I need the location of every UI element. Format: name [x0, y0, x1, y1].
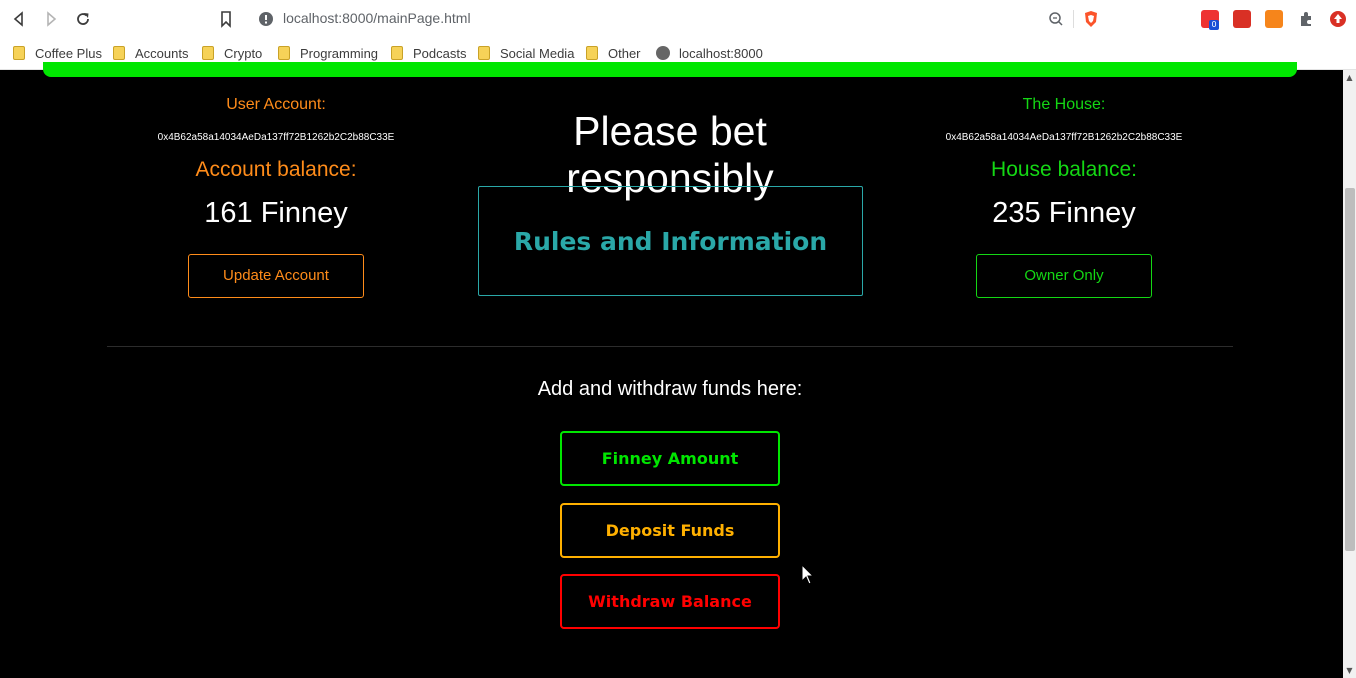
- house-balance-value: 235 Finney: [992, 197, 1136, 229]
- account-balance-label: Account balance:: [195, 158, 357, 181]
- top-green-bar: [43, 62, 1297, 77]
- bookmark-crypto[interactable]: Crypto: [202, 44, 262, 64]
- page-content: User Account: 0x4B62a58a14034AeDa137ff72…: [0, 62, 1343, 678]
- reload-icon[interactable]: [73, 9, 93, 29]
- scrollbar-thumb[interactable]: [1345, 188, 1355, 551]
- update-account-button[interactable]: Update Account: [188, 254, 364, 298]
- section-divider: [107, 346, 1233, 347]
- user-address: 0x4B62a58a14034AeDa137ff72B1262b2C2b88C3…: [157, 132, 395, 143]
- bookmark-accounts[interactable]: Accounts: [113, 44, 188, 64]
- office-extension-icon[interactable]: [1233, 10, 1251, 28]
- withdraw-balance-button[interactable]: Withdraw Balance: [560, 574, 780, 629]
- folder-icon: [113, 46, 125, 60]
- house-label: The House:: [1022, 96, 1106, 113]
- finney-amount-input[interactable]: Finney Amount: [560, 431, 780, 486]
- bookmark-coffee-plus[interactable]: Coffee Plus: [13, 44, 102, 64]
- bookmark-localhost[interactable]: localhost:8000: [656, 44, 763, 64]
- house-balance-label: House balance:: [991, 158, 1137, 181]
- forward-icon[interactable]: [41, 9, 61, 29]
- globe-icon: [656, 46, 670, 60]
- folder-icon: [278, 46, 290, 60]
- bookmark-podcasts[interactable]: Podcasts: [391, 44, 466, 64]
- deposit-funds-button[interactable]: Deposit Funds: [560, 503, 780, 558]
- bookmark-social-media[interactable]: Social Media: [478, 44, 574, 64]
- account-balance-value: 161 Finney: [204, 197, 348, 229]
- bookmark-other[interactable]: Other: [586, 44, 641, 64]
- puzzle-extensions-icon[interactable]: [1296, 9, 1316, 29]
- browser-toolbar: localhost:8000/mainPage.html 0: [0, 0, 1356, 38]
- folder-icon: [391, 46, 403, 60]
- back-icon[interactable]: [9, 9, 29, 29]
- bookmark-programming[interactable]: Programming: [278, 44, 378, 64]
- scroll-down-icon[interactable]: ▼: [1343, 664, 1356, 677]
- folder-icon: [478, 46, 490, 60]
- update-icon[interactable]: [1328, 9, 1348, 29]
- brave-shield-icon[interactable]: [1081, 9, 1101, 29]
- rules-info-button[interactable]: Rules and Information: [478, 186, 863, 296]
- folder-icon: [586, 46, 598, 60]
- funds-heading: Add and withdraw funds here:: [537, 378, 803, 400]
- site-info-icon[interactable]: [256, 9, 276, 29]
- metamask-fox-icon[interactable]: [1265, 10, 1283, 28]
- folder-icon: [202, 46, 214, 60]
- house-address: 0x4B62a58a14034AeDa137ff72B1262b2C2b88C3…: [945, 132, 1183, 143]
- extension-badge: 0: [1209, 20, 1219, 30]
- address-bar-url[interactable]: localhost:8000/mainPage.html: [283, 10, 471, 26]
- bookmark-page-icon[interactable]: [216, 9, 236, 29]
- user-account-label: User Account:: [226, 96, 326, 113]
- extension-1-icon[interactable]: 0: [1201, 10, 1219, 30]
- owner-only-button[interactable]: Owner Only: [976, 254, 1152, 298]
- zoom-icon[interactable]: [1046, 9, 1066, 29]
- scroll-up-icon[interactable]: ▲: [1343, 71, 1356, 84]
- toolbar-separator: [1073, 10, 1074, 28]
- folder-icon: [13, 46, 25, 60]
